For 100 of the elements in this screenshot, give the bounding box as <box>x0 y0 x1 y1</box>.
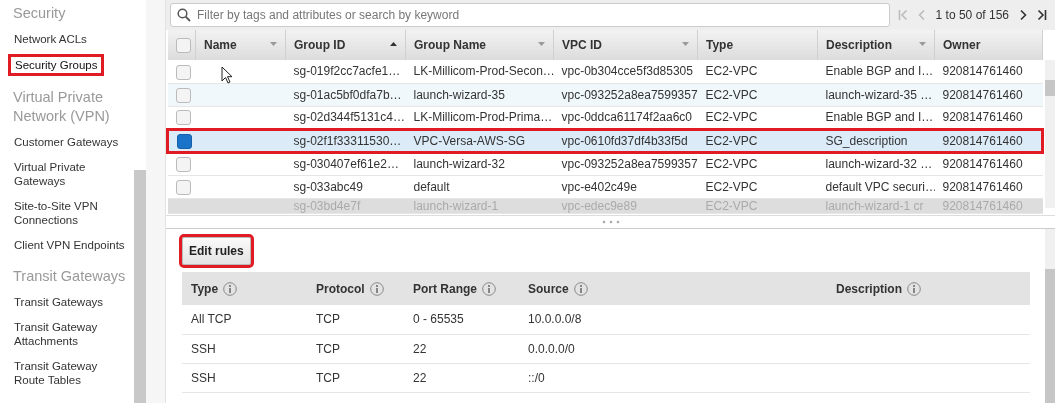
table-cell: 0 - 65535 <box>413 312 464 327</box>
table-cell: EC2-VPC <box>705 87 758 102</box>
table-cell: 920814761460 <box>942 179 1023 194</box>
dropdown-caret-icon[interactable] <box>919 42 926 46</box>
table-cell: sg-02f1f33311530… <box>293 133 402 148</box>
search-icon <box>177 8 191 22</box>
table-cell: launch-wizard-35 … <box>825 87 933 102</box>
row-checkbox[interactable] <box>175 157 191 173</box>
row-checkbox[interactable] <box>175 64 191 80</box>
table-cell: launch-wizard-32 <box>413 157 505 171</box>
column-header[interactable]: Type <box>706 38 734 52</box>
row-checkbox[interactable] <box>175 179 191 195</box>
search-field[interactable]: Filter by tags and attributes or search by keyword <box>170 3 890 27</box>
table-cell: TCP <box>316 370 340 385</box>
mouse-pointer-icon <box>221 66 233 84</box>
table-cell: 22 <box>413 370 427 385</box>
sidebar-item[interactable]: Security Groups <box>8 54 105 76</box>
table-cell: 920814761460 <box>942 157 1023 171</box>
sidebar-item[interactable]: Network ACLs <box>8 29 93 49</box>
table-cell: LK-Millicom-Prod-Prima… <box>413 110 553 124</box>
sidebar-item[interactable]: Transit Gateway Route Tables <box>8 356 134 390</box>
table-cell: 22 <box>413 341 427 356</box>
sidebar-heading: Security <box>13 4 67 23</box>
page-summary: 1 to 50 of 156 <box>935 7 1009 24</box>
info-icon[interactable] <box>223 281 238 296</box>
column-header: Port Range <box>413 281 477 296</box>
table-cell: SSH <box>191 341 216 356</box>
sidebar-item[interactable]: Client VPN Endpoints <box>8 235 131 255</box>
table-cell: launch-wizard-35 <box>413 87 505 102</box>
vertical-scrollbar[interactable] <box>1045 229 1055 403</box>
column-header: Type <box>191 281 219 296</box>
table-row[interactable]: sg-019f2cc7acfe1… LK-Millicom-Prod-Secon… vpc-0b304cce5f3d85305 EC2-VPC Enable BGP and I… 920814761460 <box>167 60 1043 83</box>
sidebar-item[interactable]: Transit Gateway Attachments <box>8 317 134 351</box>
dropdown-caret-icon[interactable] <box>270 42 277 46</box>
sidebar-heading: Transit Gateways <box>13 267 127 286</box>
table-row[interactable]: sg-030407ef61e2… launch-wizard-32 vpc-093252a8ea7599357 EC2-VPC launch-wizard-32 … 920814761460 <box>167 152 1043 175</box>
info-icon[interactable] <box>369 281 384 296</box>
table-cell: 920814761460 <box>942 110 1023 124</box>
last-page-button[interactable] <box>1037 9 1047 21</box>
table-cell: 920814761460 <box>942 64 1023 79</box>
table-cell: 920814761460 <box>942 87 1023 102</box>
table-cell: vpc-093252a8ea7599357 <box>561 87 698 102</box>
table-cell: default <box>413 179 450 194</box>
table-cell: TCP <box>316 312 340 327</box>
table-cell: sg-02d344f5131c4… <box>293 110 405 124</box>
select-all-checkbox[interactable] <box>175 38 191 54</box>
table-cell: Enable BGP and I… <box>825 64 934 79</box>
edit-rules-button[interactable]: Edit rules <box>182 237 251 265</box>
table-cell: launch-wizard-32 … <box>825 157 933 171</box>
column-header[interactable]: Owner <box>943 38 981 52</box>
column-header: Description <box>836 281 902 296</box>
table-cell: sg-01ac5bf0dfa7b… <box>293 87 402 102</box>
table-cell: vpc-0610fd37df4b33f5d <box>561 133 688 148</box>
resize-handle-icon[interactable] <box>601 220 620 224</box>
dropdown-caret-icon[interactable] <box>538 42 545 46</box>
table-cell: sg-019f2cc7acfe1… <box>293 64 401 79</box>
table-cell: vpc-e402c49e <box>561 179 637 194</box>
row-checkbox[interactable] <box>175 110 191 126</box>
table-cell: vpc-093252a8ea7599357 <box>561 157 698 171</box>
info-icon[interactable] <box>907 281 921 296</box>
table-row[interactable]: sg-01ac5bf0dfa7b… launch-wizard-35 vpc-093252a8ea7599357 EC2-VPC launch-wizard-35 … 920814761460 <box>167 83 1043 106</box>
table-row[interactable]: sg-033abc49 default vpc-e402c49e EC2-VPC default VPC securi… 920814761460 <box>167 175 1043 198</box>
table-cell: LK-Millicom-Prod-Secon… <box>413 64 554 79</box>
info-icon[interactable] <box>573 281 588 296</box>
column-header: Source <box>528 281 569 296</box>
table-cell: default VPC securi… <box>825 179 935 194</box>
column-header: Protocol <box>316 281 365 296</box>
sidebar-item[interactable]: Site-to-Site VPN Connections <box>8 196 134 230</box>
column-header[interactable]: Name <box>204 38 237 52</box>
sidebar-heading: Virtual Private Network (VPN) <box>13 88 111 126</box>
sidebar-item[interactable]: Transit Gateways <box>8 292 110 312</box>
table-cell: Enable BGP and I… <box>825 110 934 124</box>
table-row[interactable]: sg-02f1f33311530… VPC-Versa-AWS-SG vpc-0610fd37df4b33f5d EC2-VPC SG_description 920814761460 <box>167 129 1043 152</box>
row-checkbox[interactable] <box>177 133 192 149</box>
table-cell: VPC-Versa-AWS-SG <box>413 133 526 148</box>
table-cell: EC2-VPC <box>705 179 758 194</box>
sidebar-item[interactable]: Virtual Private Gateways <box>8 157 134 191</box>
table-cell: TCP <box>316 341 340 356</box>
sidebar-scrollbar[interactable] <box>134 170 146 403</box>
table-cell: 920814761460 <box>942 133 1023 148</box>
table-cell: 10.0.0.0/8 <box>528 312 582 327</box>
vertical-scrollbar[interactable] <box>1045 60 1055 208</box>
next-page-button[interactable] <box>1018 9 1028 21</box>
table-cell: 0.0.0.0/0 <box>528 341 575 356</box>
table-cell: EC2-VPC <box>705 64 758 79</box>
table-cell: ::/0 <box>528 370 545 385</box>
table-cell: sg-030407ef61e2… <box>293 157 399 171</box>
table-cell: All TCP <box>191 312 232 327</box>
table-cell: SG_description <box>825 133 908 148</box>
column-header[interactable]: VPC ID <box>562 38 602 52</box>
table-cell: EC2-VPC <box>705 110 758 124</box>
table-cell: EC2-VPC <box>705 133 758 148</box>
table-cell: sg-033abc49 <box>293 179 363 194</box>
sidebar-item[interactable]: Customer Gateways <box>8 132 125 152</box>
table-cell: vpc-0b304cce5f3d85305 <box>561 64 693 79</box>
row-checkbox[interactable] <box>175 87 191 103</box>
dropdown-caret-icon[interactable] <box>682 42 689 46</box>
table-cell: SSH <box>191 370 216 385</box>
info-icon[interactable] <box>482 281 496 296</box>
table-cell: vpc-0ddca61174f2aa6c0 <box>561 110 693 124</box>
